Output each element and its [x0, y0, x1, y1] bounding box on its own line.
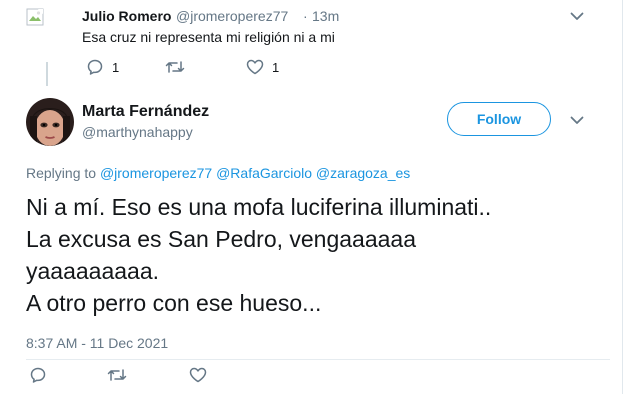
reply-count: 1	[112, 60, 120, 75]
like-count: 1	[272, 60, 280, 75]
like-icon[interactable]	[189, 367, 207, 383]
separator-dot: ·	[303, 8, 308, 24]
parent-author-name[interactable]: Julio Romero	[82, 8, 171, 24]
parent-timestamp[interactable]: 13m	[312, 8, 339, 24]
reply-icon[interactable]	[86, 58, 104, 76]
author-name[interactable]: Marta Fernández	[82, 103, 209, 121]
mention-link[interactable]: @RafaGarciolo	[216, 165, 312, 181]
replying-to-label: Replying to	[26, 165, 97, 181]
follow-button[interactable]: Follow	[447, 102, 551, 136]
divider	[26, 359, 610, 360]
author-handle[interactable]: @marthynahappy	[82, 124, 193, 140]
replying-to-line: Replying to @jromeroperez77 @RafaGarciol…	[26, 165, 410, 181]
thread-line	[46, 62, 48, 86]
tweet-text: Ni a mí. Eso es una mofa luciferina illu…	[26, 194, 492, 316]
mention-link[interactable]: @zaragoza_es	[316, 165, 410, 181]
tweet-timestamp[interactable]: 8:37 AM - 11 Dec 2021	[26, 335, 168, 351]
reply-icon[interactable]	[29, 366, 47, 384]
chevron-down-icon[interactable]	[570, 116, 584, 125]
like-icon[interactable]	[246, 59, 264, 75]
mention-link[interactable]: @jromeroperez77	[100, 165, 212, 181]
chevron-down-icon[interactable]	[570, 12, 584, 21]
retweet-icon[interactable]	[107, 367, 127, 383]
retweet-icon[interactable]	[165, 59, 185, 75]
parent-tweet-text: Esa cruz ni representa mi religión ni a …	[82, 29, 335, 45]
avatar[interactable]	[26, 98, 74, 146]
broken-image-icon	[26, 8, 44, 26]
right-border	[622, 0, 623, 394]
parent-author-handle[interactable]: @jromeroperez77	[176, 8, 288, 24]
